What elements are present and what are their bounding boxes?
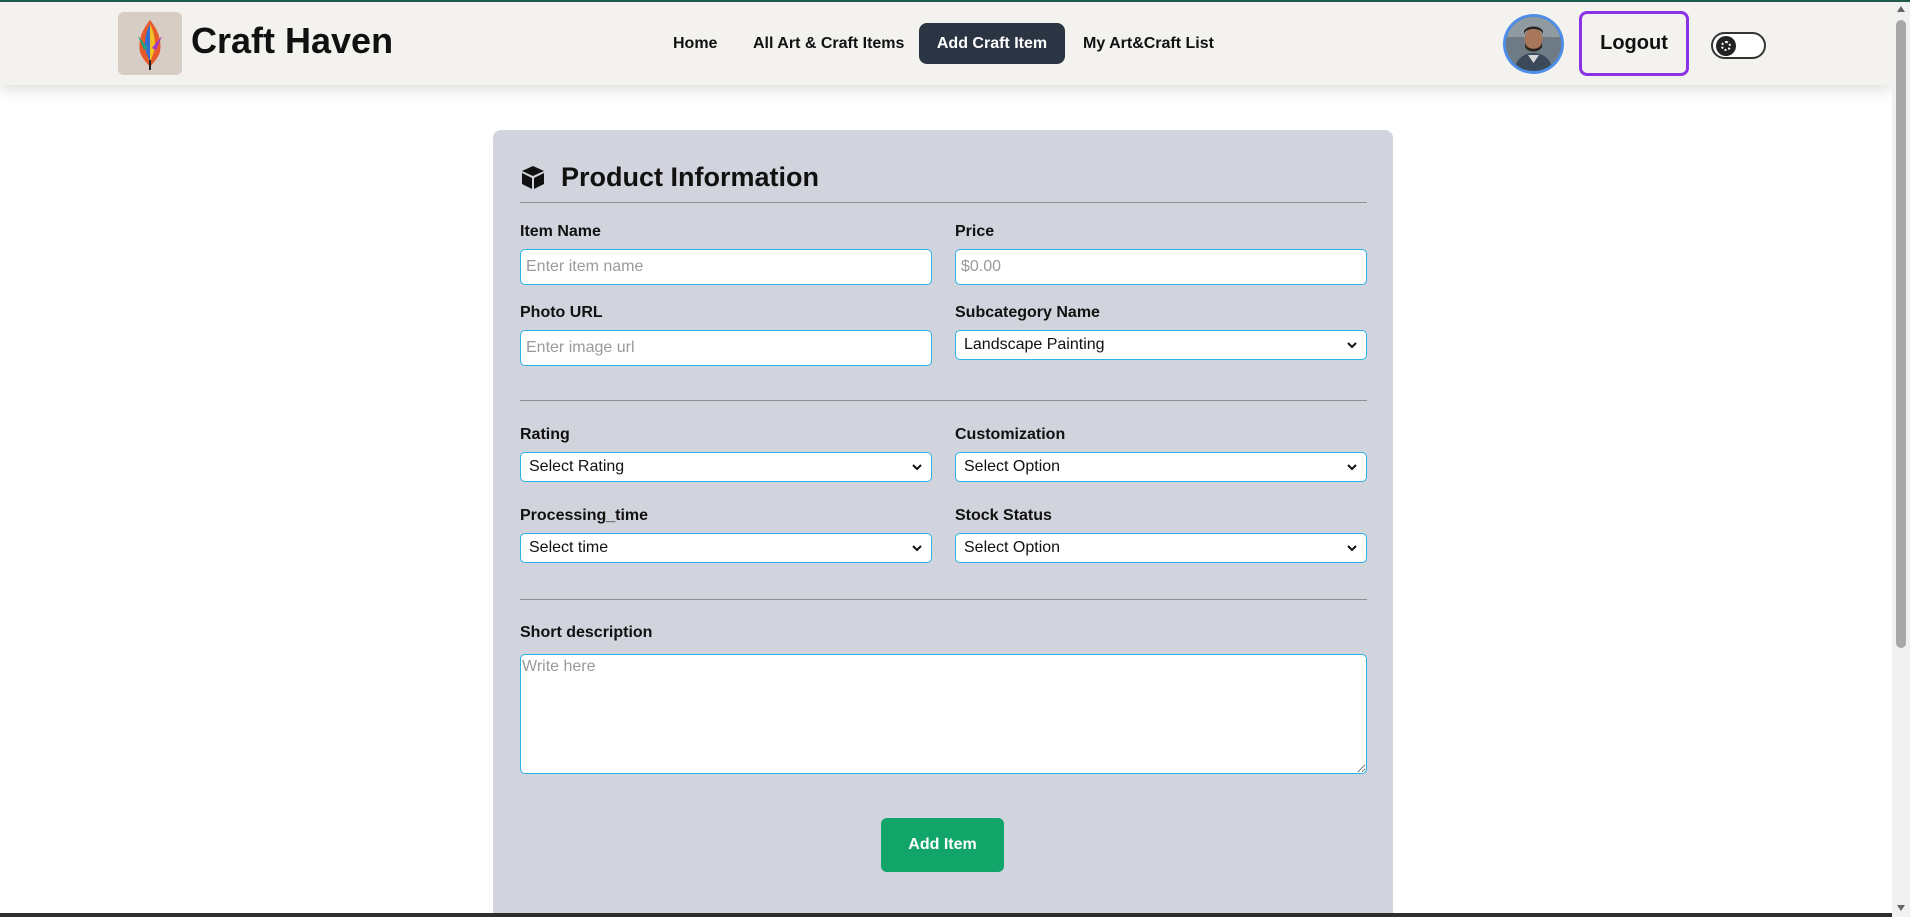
customization-label: Customization <box>955 426 1066 443</box>
processing-time-label: Processing_time <box>520 507 649 524</box>
brand-name[interactable]: Craft Haven <box>191 20 393 62</box>
scroll-up-arrow-icon[interactable] <box>1897 6 1905 12</box>
scroll-down-arrow-icon[interactable] <box>1897 905 1905 911</box>
processing-time-value: Select time <box>529 539 609 556</box>
chevron-down-icon <box>1347 545 1357 552</box>
stock-status-value: Select Option <box>964 539 1061 556</box>
item-name-label: Item Name <box>520 223 601 240</box>
nav-home[interactable]: Home <box>673 23 717 64</box>
avatar-photo <box>1506 17 1561 71</box>
short-description-textarea[interactable] <box>520 654 1367 774</box>
navbar: Craft Haven Home All Art & Craft Items A… <box>0 2 1892 85</box>
customization-value: Select Option <box>964 458 1061 475</box>
scrollbar-thumb[interactable] <box>1896 20 1906 648</box>
feather-logo-icon <box>118 12 182 75</box>
page-scrollbar[interactable] <box>1892 2 1910 917</box>
photo-url-label: Photo URL <box>520 304 603 321</box>
rating-select[interactable]: Select Rating <box>520 452 932 482</box>
customization-select[interactable]: Select Option <box>955 452 1367 482</box>
theme-toggle[interactable] <box>1711 32 1766 59</box>
chevron-down-icon <box>1347 464 1357 471</box>
cube-icon <box>522 166 544 189</box>
rating-value: Select Rating <box>529 458 625 475</box>
divider <box>520 400 1367 401</box>
item-name-input[interactable] <box>520 249 932 285</box>
price-label: Price <box>955 223 995 240</box>
brand-logo[interactable] <box>118 12 182 75</box>
form-title: Product Information <box>561 161 819 192</box>
divider <box>520 202 1367 203</box>
chevron-down-icon <box>912 545 922 552</box>
subcategory-value: Landscape Painting <box>964 336 1105 353</box>
photo-url-input[interactable] <box>520 330 932 366</box>
short-description-label: Short description <box>520 624 653 641</box>
stock-status-label: Stock Status <box>955 507 1052 524</box>
logout-button[interactable]: Logout <box>1579 11 1689 76</box>
subcategory-select[interactable]: Landscape Painting <box>955 330 1367 360</box>
price-input[interactable] <box>955 249 1367 285</box>
user-avatar[interactable] <box>1503 14 1564 74</box>
toggle-icon <box>1716 36 1736 56</box>
add-item-button[interactable]: Add Item <box>881 818 1004 872</box>
stock-status-select[interactable]: Select Option <box>955 533 1367 563</box>
processing-time-select[interactable]: Select time <box>520 533 932 563</box>
chevron-down-icon <box>1347 342 1357 349</box>
rating-label: Rating <box>520 426 570 443</box>
nav-my-art-craft-list[interactable]: My Art&Craft List <box>1083 23 1214 64</box>
form-header: Product Information <box>520 159 819 195</box>
bottom-edge <box>0 913 1892 917</box>
chevron-down-icon <box>912 464 922 471</box>
nav-add-craft-item[interactable]: Add Craft Item <box>919 23 1065 64</box>
product-form-card: Product Information Item Name Price Phot… <box>493 130 1393 913</box>
subcategory-label: Subcategory Name <box>955 304 1100 321</box>
divider <box>520 599 1367 600</box>
nav-all-art-craft-items[interactable]: All Art & Craft Items <box>753 23 904 64</box>
